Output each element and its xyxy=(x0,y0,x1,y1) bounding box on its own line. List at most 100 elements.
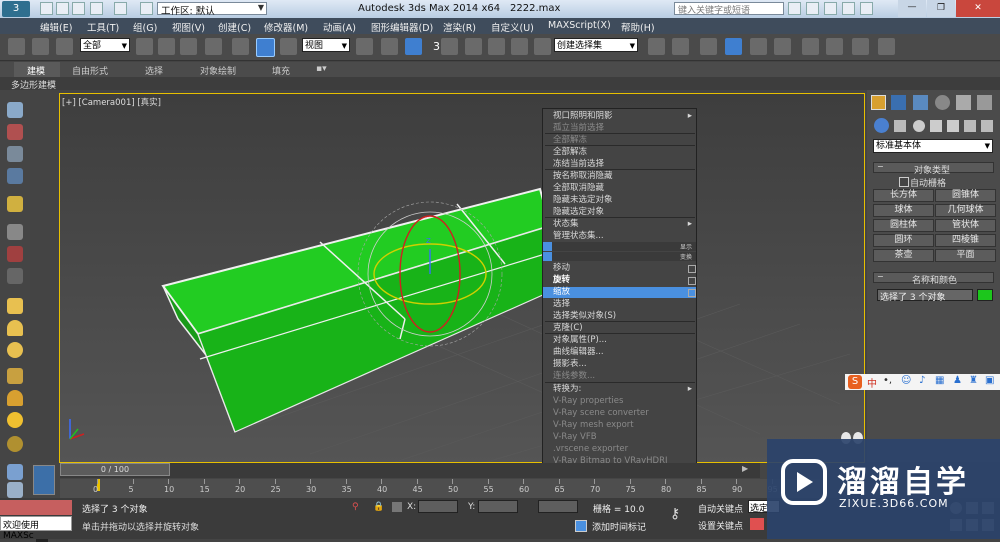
object-color-swatch[interactable] xyxy=(977,289,993,301)
film-icon[interactable] xyxy=(7,268,23,284)
primitive-button[interactable]: 平面 xyxy=(935,249,996,262)
subscription-icon[interactable] xyxy=(806,2,819,15)
primitive-button[interactable]: 圆环 xyxy=(873,234,934,247)
quad-menu-item[interactable]: 移动 xyxy=(543,263,696,274)
quad-menu-item[interactable]: 对象属性(P)... xyxy=(543,335,696,346)
scale-icon[interactable] xyxy=(280,38,297,55)
ime-mode-icon[interactable]: 中 xyxy=(867,375,877,390)
menu-tools[interactable]: 工具(T) xyxy=(87,20,119,34)
options-box-icon[interactable] xyxy=(688,289,696,297)
open-file-icon[interactable] xyxy=(56,2,69,15)
move-icon[interactable] xyxy=(232,38,249,55)
quad-menu-item[interactable]: 全部取消隐藏 xyxy=(543,183,696,194)
mini-curve-editor-icon[interactable] xyxy=(33,465,55,495)
menu-group[interactable]: 组(G) xyxy=(133,20,157,34)
minimize-button[interactable]: — xyxy=(898,0,926,17)
angle-snap-icon[interactable] xyxy=(465,38,482,55)
ime-logo-icon[interactable]: S xyxy=(848,375,862,389)
rectangular-selection-icon[interactable] xyxy=(180,38,197,55)
communication-icon[interactable] xyxy=(824,2,837,15)
modify-tab-icon[interactable] xyxy=(891,95,906,110)
isolate-selection-icon[interactable]: ⚲ xyxy=(352,502,362,512)
quad-menu-item[interactable]: V-Ray mesh export xyxy=(543,420,696,431)
primitive-button[interactable]: 四棱锥 xyxy=(935,234,996,247)
quad-menu-item[interactable]: 旋转 xyxy=(543,275,696,286)
quad-menu-item[interactable]: 全部解冻 xyxy=(543,147,696,158)
primitive-button[interactable]: 长方体 xyxy=(873,189,934,202)
box-icon[interactable] xyxy=(7,298,23,314)
ime-voice-icon[interactable]: ♪ xyxy=(919,375,925,386)
absolute-mode-icon[interactable] xyxy=(392,502,402,512)
display-tab-icon[interactable] xyxy=(956,95,971,110)
motion-tab-icon[interactable] xyxy=(935,95,950,110)
tab-selection[interactable]: 选择 xyxy=(145,64,163,77)
shapes-category-icon[interactable] xyxy=(894,120,906,132)
z-coord-field[interactable] xyxy=(538,500,578,513)
primitive-button[interactable]: 管状体 xyxy=(935,219,996,232)
percent-snap-icon[interactable] xyxy=(488,38,505,55)
geometry-category-icon[interactable] xyxy=(874,118,889,133)
hierarchy-tab-icon[interactable] xyxy=(913,95,928,110)
menu-modifiers[interactable]: 修改器(M) xyxy=(264,20,308,34)
rollout-object-type[interactable]: − 对象类型 xyxy=(873,162,994,176)
curve-icon[interactable] xyxy=(750,518,764,530)
quad-menu-item[interactable]: 按名称取消隐藏 xyxy=(543,171,696,182)
edit-icon[interactable] xyxy=(7,124,23,140)
quad-menu-item[interactable]: V-Ray properties xyxy=(543,396,696,407)
utilities-tab-icon[interactable] xyxy=(977,95,992,110)
toggle-layer-explorer-icon[interactable] xyxy=(725,38,742,55)
window-crossing-icon[interactable] xyxy=(205,38,222,55)
tab-modeling[interactable]: 建模 xyxy=(27,64,45,77)
quad-menu-item[interactable]: .vrscene exporter xyxy=(543,444,696,455)
edit-named-selection-icon[interactable] xyxy=(534,38,551,55)
x-coord-field[interactable] xyxy=(418,500,458,513)
menu-maxscript[interactable]: MAXScript(X) xyxy=(548,20,611,31)
time-slider-right-arrow-icon[interactable]: ▶ xyxy=(742,464,748,473)
workspace-select[interactable]: 工作区: 默认 ▼ xyxy=(157,2,267,17)
quad-menu-item[interactable]: 缩放 xyxy=(543,287,696,298)
mirror-icon[interactable] xyxy=(648,38,665,55)
tab-freeform[interactable]: 自由形式 xyxy=(72,64,108,77)
camera-icon[interactable] xyxy=(7,246,23,262)
align-icon[interactable] xyxy=(672,38,689,55)
cameras-category-icon[interactable] xyxy=(930,120,942,132)
app-logo-icon[interactable]: 3 xyxy=(2,1,30,17)
sun-icon[interactable] xyxy=(7,412,23,428)
select-object-icon[interactable] xyxy=(136,38,153,55)
render-setup-icon[interactable] xyxy=(826,38,843,55)
quad-menu-item[interactable]: V-Ray scene converter xyxy=(543,408,696,419)
menu-customize[interactable]: 自定义(U) xyxy=(491,20,534,34)
auto-key-button[interactable]: 自动关键点 xyxy=(698,502,743,515)
ime-emoji-icon[interactable]: ☺ xyxy=(901,375,911,386)
dome-icon[interactable] xyxy=(7,320,23,336)
pivot-center-icon[interactable] xyxy=(356,38,373,55)
save-file-icon[interactable] xyxy=(72,2,85,15)
named-selection-select[interactable]: 创建选择集 ▼ xyxy=(554,38,638,52)
options-box-icon[interactable] xyxy=(688,265,696,273)
select-by-name-icon[interactable] xyxy=(158,38,175,55)
add-time-tag-icon[interactable] xyxy=(575,520,587,532)
rendered-frame-window-icon[interactable] xyxy=(852,38,869,55)
dome-light-icon[interactable] xyxy=(7,390,23,406)
quad-menu-item[interactable]: 状态集 ▸ xyxy=(543,219,696,230)
redo-icon[interactable] xyxy=(114,2,127,15)
ime-skin-icon[interactable]: ♟ xyxy=(953,375,962,386)
link-icon[interactable] xyxy=(8,38,25,55)
disc-icon[interactable] xyxy=(7,436,23,452)
quad-menu-item[interactable]: 管理状态集... xyxy=(543,231,696,242)
menu-views[interactable]: 视图(V) xyxy=(172,20,205,34)
curve-editor-icon[interactable] xyxy=(750,38,767,55)
set-key-button[interactable]: 设置关键点 xyxy=(698,519,743,532)
lights-category-icon[interactable] xyxy=(913,120,925,132)
menu-help[interactable]: 帮助(H) xyxy=(621,20,655,34)
undo-icon[interactable] xyxy=(90,2,103,15)
ime-shirt-icon[interactable]: ♜ xyxy=(969,375,978,386)
keyboard-shortcut-icon[interactable] xyxy=(405,38,422,55)
new-file-icon[interactable] xyxy=(40,2,53,15)
toggle-scene-explorer-icon[interactable] xyxy=(700,38,717,55)
primitive-button[interactable]: 球体 xyxy=(873,204,934,217)
help-icon[interactable] xyxy=(860,2,873,15)
particles-icon[interactable] xyxy=(7,464,23,480)
search-icon[interactable] xyxy=(788,2,801,15)
reference-coordinate-select[interactable]: 视图 ▼ xyxy=(302,38,350,52)
